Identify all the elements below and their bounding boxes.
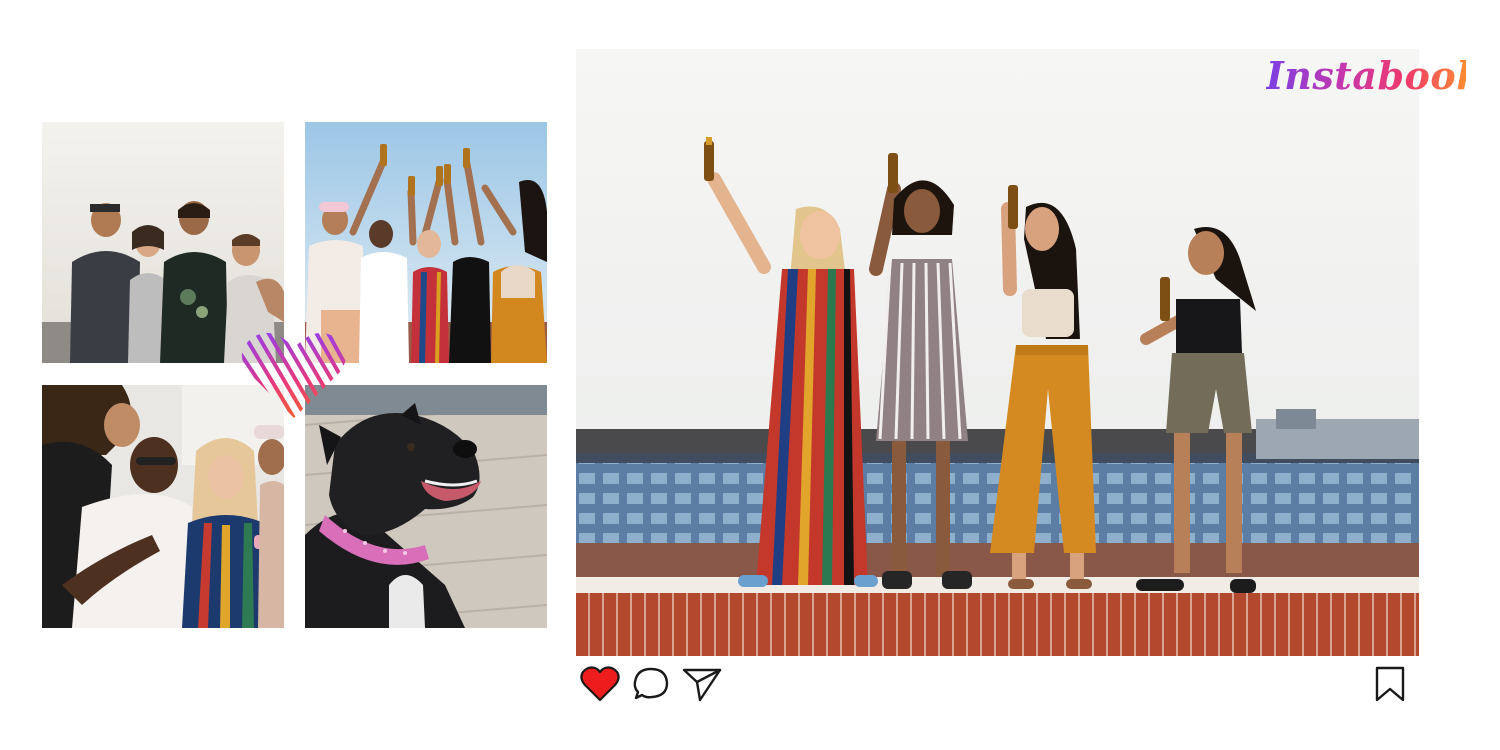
paper-plane-icon: [682, 668, 722, 702]
like-button[interactable]: [578, 663, 622, 705]
bookmark-icon: [1375, 666, 1405, 702]
friends-celebrating-image: [42, 385, 284, 628]
collage-photo-friends-celebrating[interactable]: [42, 385, 284, 628]
collage-photo-dog[interactable]: [305, 385, 547, 628]
save-button[interactable]: [1368, 663, 1412, 705]
share-button[interactable]: [680, 663, 724, 705]
collage-photo-friends-toasting[interactable]: [305, 122, 547, 363]
collage-photo-friends-laughing[interactable]: [42, 122, 284, 363]
friends-laughing-image: [42, 122, 284, 363]
heart-icon: [580, 666, 620, 702]
rooftop-party-image: [576, 49, 1419, 656]
comment-button[interactable]: [629, 663, 673, 705]
black-dog-image: [305, 385, 547, 628]
brand-logo: Instabook: [1266, 46, 1483, 106]
post-photo[interactable]: [576, 49, 1419, 656]
friends-toasting-image: [305, 122, 547, 363]
speech-bubble-icon: [633, 667, 669, 700]
heart-sticker-icon: [240, 328, 348, 420]
